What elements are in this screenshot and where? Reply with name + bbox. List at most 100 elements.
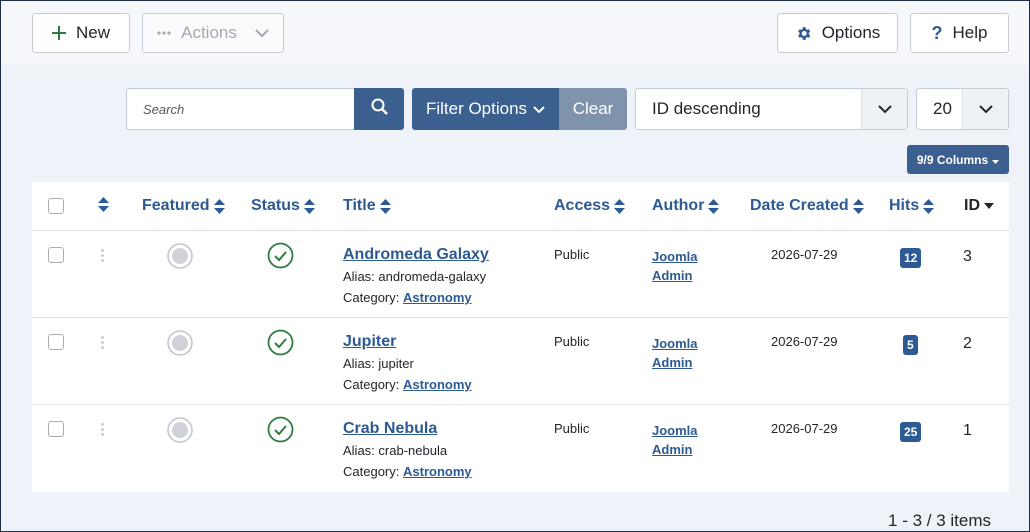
- published-check-icon[interactable]: [267, 329, 294, 361]
- chevron-down-icon: [861, 89, 907, 129]
- drag-handle-icon[interactable]: [101, 336, 104, 349]
- sort-icon: [923, 198, 935, 214]
- table-row: Jupiter Alias: jupiter Category: Astrono…: [32, 318, 1009, 405]
- date-created-value: 2026-07-29: [771, 247, 838, 262]
- author-link[interactable]: Joomla Admin: [652, 421, 698, 459]
- columns-button[interactable]: 9/9 Columns: [907, 145, 1009, 174]
- table-row: Crab Nebula Alias: crab-nebula Category:…: [32, 405, 1009, 492]
- header-date-created[interactable]: Date Created: [750, 197, 864, 215]
- chevron-down-icon: [962, 89, 1008, 129]
- row-checkbox[interactable]: [48, 421, 64, 437]
- category-link[interactable]: Astronomy: [403, 377, 472, 392]
- header-id[interactable]: ID: [964, 197, 994, 215]
- alias-value: andromeda-galaxy: [378, 269, 487, 284]
- ordering-value: ID descending: [652, 99, 761, 118]
- caret-down-icon: [992, 153, 1000, 167]
- unfeatured-icon[interactable]: [167, 417, 193, 448]
- question-icon: ?: [931, 22, 943, 43]
- options-button[interactable]: Options: [777, 13, 898, 53]
- articles-page: New Actions Options ? Help Search Filter…: [0, 0, 1030, 532]
- alias-line: Alias: crab-nebula: [343, 443, 472, 458]
- header-title[interactable]: Title: [343, 197, 391, 215]
- date-created-value: 2026-07-29: [771, 421, 838, 436]
- title-cell: Jupiter Alias: jupiter Category: Astrono…: [343, 333, 472, 392]
- title-cell: Andromeda Galaxy Alias: andromeda-galaxy…: [343, 246, 489, 305]
- author-link[interactable]: Joomla Admin: [652, 247, 698, 285]
- ordering-select[interactable]: ID descending: [635, 88, 908, 130]
- sort-icon: [98, 197, 109, 212]
- date-created-value: 2026-07-29: [771, 334, 838, 349]
- id-value: 1: [963, 422, 972, 439]
- category-line: Category: Astronomy: [343, 290, 489, 305]
- sort-icon: [379, 198, 391, 214]
- category-label: Category:: [343, 377, 400, 392]
- alias-label: Alias:: [343, 269, 375, 284]
- header-featured[interactable]: Featured: [142, 197, 225, 215]
- ordering-sort-header[interactable]: [98, 197, 109, 212]
- id-value: 3: [963, 248, 972, 265]
- author-first-line: Joomla: [652, 336, 698, 351]
- category-label: Category:: [343, 290, 400, 305]
- article-title-link[interactable]: Andromeda Galaxy: [343, 246, 489, 264]
- search-icon: [371, 98, 388, 120]
- pagination-summary: 1 - 3 / 3 items: [888, 511, 991, 530]
- published-check-icon[interactable]: [267, 242, 294, 274]
- help-button[interactable]: ? Help: [910, 13, 1009, 53]
- alias-label: Alias:: [343, 356, 375, 371]
- author-second-line: Admin: [652, 355, 693, 370]
- filter-bar: Filter Options Clear ID descending 20: [1, 88, 1029, 130]
- title-cell: Crab Nebula Alias: crab-nebula Category:…: [343, 420, 472, 479]
- header-status[interactable]: Status: [251, 197, 315, 215]
- article-title-link[interactable]: Jupiter: [343, 333, 472, 351]
- clear-button[interactable]: Clear: [559, 88, 627, 130]
- header-id-label: ID: [964, 197, 980, 214]
- limit-select[interactable]: 20: [916, 88, 1009, 130]
- category-link[interactable]: Astronomy: [403, 290, 472, 305]
- sort-desc-icon: [984, 203, 994, 209]
- sort-icon: [708, 198, 720, 214]
- sort-icon: [852, 198, 864, 214]
- alias-line: Alias: andromeda-galaxy: [343, 269, 489, 284]
- author-second-line: Admin: [652, 268, 693, 283]
- header-date-created-label: Date Created: [750, 197, 849, 214]
- header-hits[interactable]: Hits: [889, 197, 935, 215]
- actions-dropdown[interactable]: Actions: [142, 13, 284, 53]
- filter-options-button[interactable]: Filter Options: [412, 88, 559, 130]
- chevron-down-icon: [255, 28, 269, 38]
- options-label: Options: [821, 23, 881, 42]
- limit-value: 20: [933, 99, 952, 118]
- article-title-link[interactable]: Crab Nebula: [343, 420, 472, 438]
- sort-icon: [213, 198, 225, 214]
- header-hits-label: Hits: [889, 197, 920, 214]
- clear-label: Clear: [572, 99, 614, 118]
- new-button[interactable]: New: [32, 13, 130, 53]
- row-checkbox[interactable]: [48, 247, 64, 263]
- sort-icon: [303, 198, 315, 214]
- header-author[interactable]: Author: [652, 197, 720, 215]
- search-button[interactable]: [354, 88, 404, 130]
- header-featured-label: Featured: [142, 197, 210, 214]
- header-status-label: Status: [251, 197, 300, 214]
- drag-handle-icon[interactable]: [101, 423, 104, 436]
- sort-icon: [614, 198, 626, 214]
- chevron-down-icon: [533, 99, 545, 119]
- author-link[interactable]: Joomla Admin: [652, 334, 698, 372]
- header-author-label: Author: [652, 197, 705, 214]
- header-access-label: Access: [554, 197, 611, 214]
- category-link[interactable]: Astronomy: [403, 464, 472, 479]
- hits-badge: 5: [903, 335, 918, 355]
- unfeatured-icon[interactable]: [167, 243, 193, 274]
- access-value: Public: [554, 334, 590, 349]
- category-line: Category: Astronomy: [343, 464, 472, 479]
- select-all-checkbox[interactable]: [48, 198, 64, 214]
- search-input[interactable]: [126, 88, 355, 130]
- author-first-line: Joomla: [652, 423, 698, 438]
- unfeatured-icon[interactable]: [167, 330, 193, 361]
- columns-label: 9/9 Columns: [916, 152, 989, 167]
- published-check-icon[interactable]: [267, 416, 294, 448]
- drag-handle-icon[interactable]: [101, 249, 104, 262]
- header-access[interactable]: Access: [554, 197, 626, 215]
- author-second-line: Admin: [652, 442, 693, 457]
- row-checkbox[interactable]: [48, 334, 64, 350]
- articles-table: Featured Status Title Access Author Date…: [32, 182, 1009, 492]
